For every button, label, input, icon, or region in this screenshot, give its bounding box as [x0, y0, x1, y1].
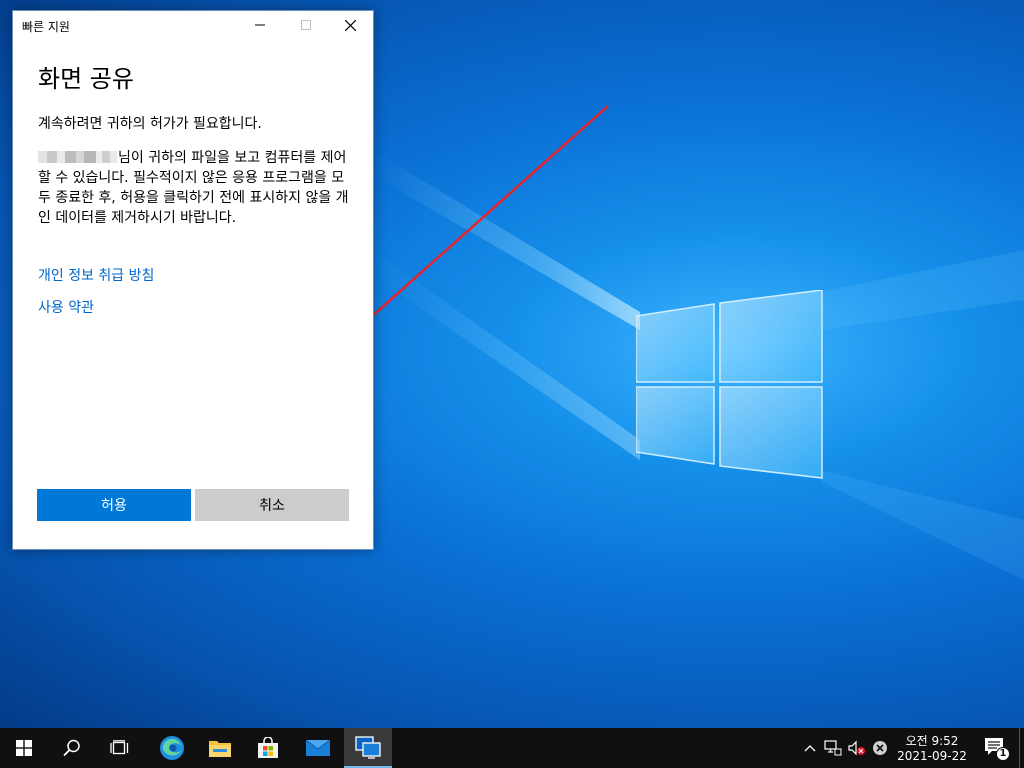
quick-assist-dialog: 빠른 지원 화면 공유 계속하려면 귀하의 허가가 필요합니다. 님이 귀하의 …	[12, 10, 374, 550]
description-paragraph: 님이 귀하의 파일을 보고 컴퓨터를 제어할 수 있습니다. 필수적이지 않은 …	[38, 148, 356, 228]
task-view-icon	[110, 740, 129, 755]
title-bar[interactable]: 빠른 지원	[13, 11, 373, 39]
allow-button[interactable]: 허용	[37, 489, 191, 521]
maximize-button	[283, 11, 329, 39]
windows-logo-wallpaper	[636, 290, 824, 480]
close-icon	[344, 19, 356, 31]
network-tray-button[interactable]	[822, 728, 844, 768]
minimize-button[interactable]	[237, 11, 283, 39]
redacted-username	[38, 151, 117, 163]
dialog-heading: 화면 공유	[38, 65, 134, 93]
maximize-icon	[301, 20, 311, 30]
action-center-button[interactable]: 1	[976, 728, 1016, 768]
tray-time: 오전 9:52	[905, 734, 959, 748]
show-hidden-icons-button[interactable]	[800, 728, 820, 768]
start-button[interactable]	[0, 728, 48, 768]
clock-button[interactable]: 오전 9:52 2021-09-22	[892, 728, 972, 768]
error-circle-icon	[873, 741, 887, 755]
close-button[interactable]	[327, 11, 373, 39]
quick-assist-icon	[355, 736, 381, 759]
volume-muted-icon	[848, 740, 865, 756]
search-button[interactable]	[48, 728, 96, 768]
minimize-icon	[255, 24, 265, 26]
permission-text: 계속하려면 귀하의 허가가 필요합니다.	[38, 116, 262, 132]
task-view-button[interactable]	[96, 728, 144, 768]
taskbar: 오전 9:52 2021-09-22 1	[0, 728, 1024, 768]
error-tray-button[interactable]	[870, 728, 890, 768]
chevron-up-icon	[804, 745, 816, 752]
file-explorer-taskbar-button[interactable]	[196, 728, 244, 768]
network-icon	[824, 740, 842, 756]
edge-taskbar-button[interactable]	[148, 728, 196, 768]
show-desktop-button[interactable]	[1019, 728, 1024, 768]
notification-count-badge: 1	[996, 747, 1010, 761]
mail-icon	[306, 739, 330, 756]
volume-tray-button[interactable]	[846, 728, 868, 768]
window-title: 빠른 지원	[22, 20, 70, 34]
quick-assist-taskbar-button[interactable]	[344, 728, 392, 768]
store-icon	[258, 737, 278, 758]
file-explorer-icon	[209, 741, 231, 757]
tray-date: 2021-09-22	[897, 749, 967, 763]
edge-icon	[160, 736, 184, 760]
mail-taskbar-button[interactable]	[294, 728, 342, 768]
store-taskbar-button[interactable]	[244, 728, 292, 768]
windows-start-icon	[16, 740, 32, 756]
terms-of-use-link[interactable]: 사용 약관	[38, 297, 94, 317]
cancel-button[interactable]: 취소	[195, 489, 349, 521]
search-icon	[63, 739, 80, 757]
privacy-policy-link[interactable]: 개인 정보 취급 방침	[38, 265, 154, 285]
